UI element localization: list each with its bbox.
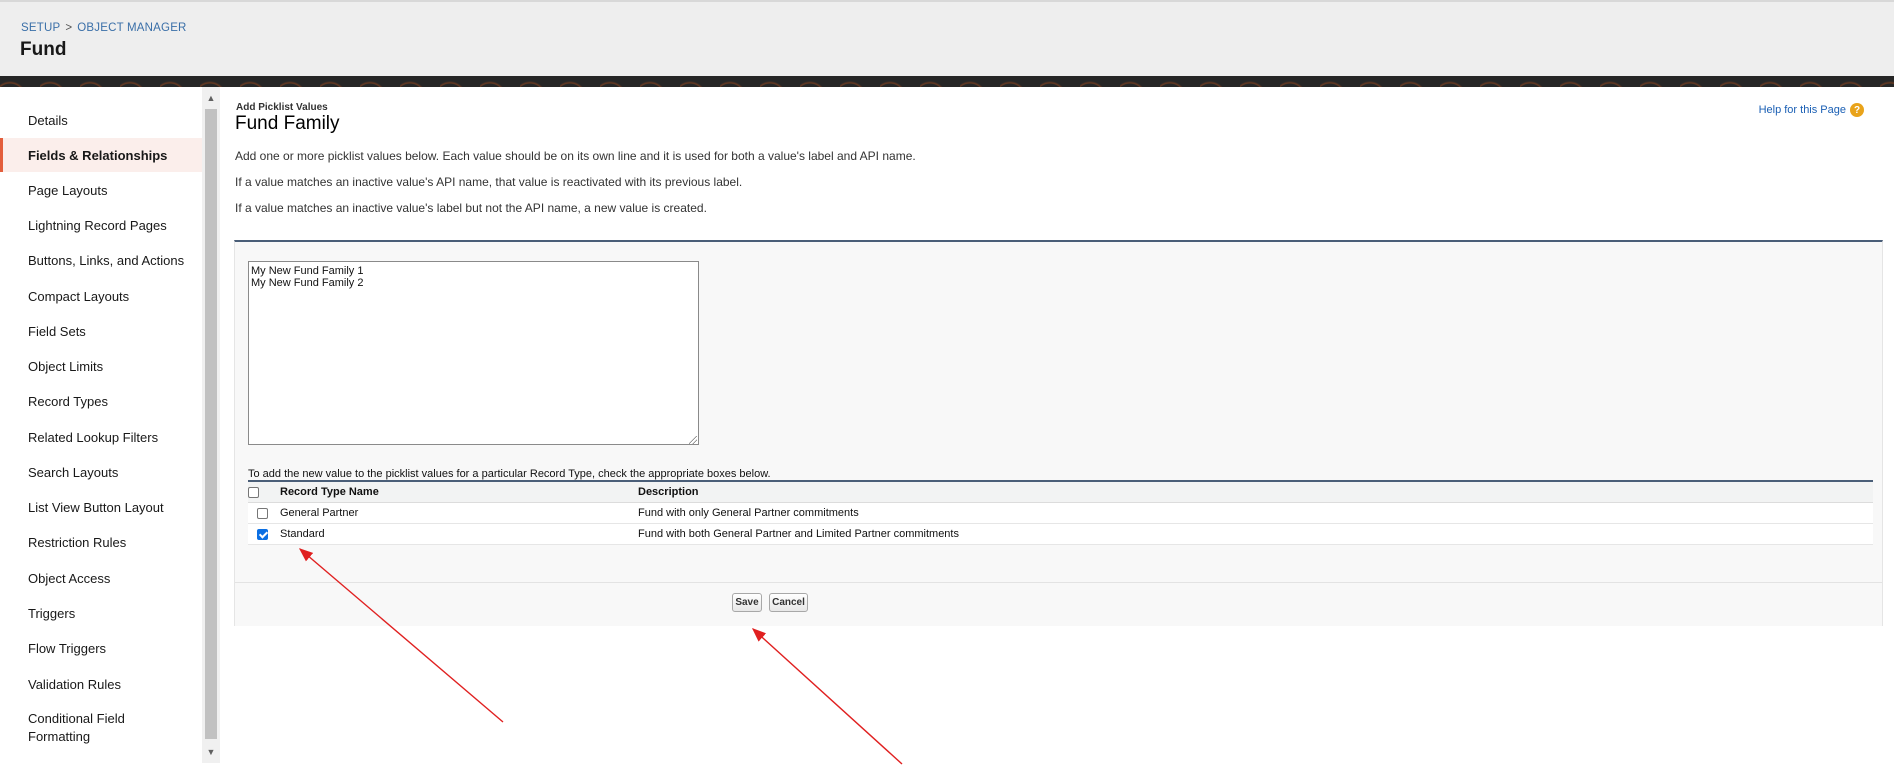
scroll-down-arrow-icon[interactable]: ▼	[202, 743, 220, 761]
sidebar-item-label: Flow Triggers	[28, 640, 107, 656]
instruction-text: Add one or more picklist values below. E…	[235, 149, 916, 163]
record-type-description: Fund with only General Partner commitmen…	[638, 502, 1873, 524]
record-type-name: General Partner	[276, 502, 638, 524]
record-type-name: Standard	[276, 523, 638, 545]
sidebar-item-triggers[interactable]: Triggers	[0, 596, 202, 630]
table-row: Standard Fund with both General Partner …	[248, 523, 1873, 545]
button-bar: Save Cancel	[235, 582, 1882, 612]
record-type-checkbox-general-partner[interactable]	[256, 507, 268, 519]
page-header: SETUP > OBJECT MANAGER Fund	[0, 0, 1894, 76]
sidebar-item-buttons-links-actions[interactable]: Buttons, Links, and Actions	[0, 243, 202, 277]
select-all-checkbox[interactable]	[248, 486, 259, 498]
table-row: General Partner Fund with only General P…	[248, 502, 1873, 524]
sidebar-item-label: Object Limits	[28, 358, 104, 374]
sidebar-item-restriction-rules[interactable]: Restriction Rules	[0, 525, 202, 559]
sidebar-item-label: Validation Rules	[28, 676, 121, 692]
breadcrumb: SETUP > OBJECT MANAGER	[21, 22, 187, 34]
page-title: Fund	[20, 39, 67, 60]
table-header-row: Record Type Name Description	[248, 481, 1873, 503]
help-for-this-page-link[interactable]: Help for this Page ?	[1759, 103, 1864, 117]
sidebar-item-page-layouts[interactable]: Page Layouts	[0, 173, 202, 207]
sidebar-item-fields-relationships[interactable]: Fields & Relationships	[0, 138, 202, 172]
save-button[interactable]: Save	[732, 593, 762, 612]
scroll-up-arrow-icon[interactable]: ▲	[202, 89, 220, 107]
sidebar-scrollbar[interactable]: ▲ ▼	[202, 87, 220, 763]
sidebar-item-label: Restriction Rules	[28, 534, 127, 550]
sidebar-item-list-view-button-layout[interactable]: List View Button Layout	[0, 490, 202, 524]
sidebar-item-details[interactable]: Details	[0, 103, 202, 137]
instruction-text: If a value matches an inactive value's l…	[235, 201, 707, 215]
sidebar-item-label: Object Access	[28, 570, 111, 586]
breadcrumb-object-manager-link[interactable]: OBJECT MANAGER	[77, 22, 186, 34]
record-type-checkbox-standard[interactable]	[256, 528, 268, 540]
column-header-record-type-name: Record Type Name	[276, 481, 638, 503]
picklist-values-textarea[interactable]: My New Fund Family 1 My New Fund Family …	[248, 261, 699, 445]
sidebar-item-label: Search Layouts	[28, 464, 119, 480]
sidebar-item-record-types[interactable]: Record Types	[0, 384, 202, 418]
sidebar-item-conditional-field-formatting[interactable]: Conditional Field Formatting	[0, 702, 150, 746]
page-subtitle: Add Picklist Values	[236, 102, 328, 113]
question-icon: ?	[1850, 103, 1864, 117]
sidebar-item-label: Field Sets	[28, 323, 86, 339]
picklist-field-title: Fund Family	[235, 113, 340, 134]
sidebar-item-validation-rules[interactable]: Validation Rules	[0, 667, 202, 701]
decorative-banner	[0, 76, 1894, 87]
help-link-label: Help for this Page	[1758, 104, 1846, 116]
sidebar-item-object-limits[interactable]: Object Limits	[0, 349, 202, 383]
breadcrumb-separator: >	[65, 22, 73, 34]
sidebar-item-label: List View Button Layout	[28, 499, 164, 515]
sidebar-item-lightning-record-pages[interactable]: Lightning Record Pages	[0, 208, 202, 242]
record-type-table: Record Type Name Description General Par…	[248, 480, 1873, 545]
sidebar-item-related-lookup-filters[interactable]: Related Lookup Filters	[0, 420, 202, 454]
sidebar-item-label: Record Types	[28, 393, 108, 409]
object-manager-sidebar: Details Fields & Relationships Page Layo…	[0, 87, 202, 763]
picklist-entry-panel: My New Fund Family 1 My New Fund Family …	[234, 240, 1883, 626]
sidebar-item-object-access[interactable]: Object Access	[0, 561, 202, 595]
sidebar-item-search-layouts[interactable]: Search Layouts	[0, 455, 202, 489]
breadcrumb-setup-link[interactable]: SETUP	[21, 22, 60, 34]
record-type-instruction: To add the new value to the picklist val…	[248, 468, 771, 480]
sidebar-item-label: Fields & Relationships	[28, 147, 168, 163]
sidebar-item-label: Details	[28, 112, 68, 128]
instruction-text: If a value matches an inactive value's A…	[235, 175, 743, 189]
cancel-button[interactable]: Cancel	[769, 593, 808, 612]
sidebar-item-field-sets[interactable]: Field Sets	[0, 314, 202, 348]
sidebar-item-label: Triggers	[28, 605, 76, 621]
main-content: Add Picklist Values Fund Family Help for…	[234, 87, 1884, 763]
sidebar-item-label: Compact Layouts	[28, 288, 130, 304]
scrollbar-thumb[interactable]	[205, 109, 217, 739]
sidebar-item-label: Buttons, Links, and Actions	[28, 252, 185, 268]
sidebar-item-label: Lightning Record Pages	[28, 217, 167, 233]
sidebar-item-flow-triggers[interactable]: Flow Triggers	[0, 631, 202, 665]
resize-handle-icon[interactable]	[689, 436, 697, 444]
sidebar-item-label: Page Layouts	[28, 182, 108, 198]
sidebar-item-label: Related Lookup Filters	[28, 429, 159, 445]
sidebar-item-compact-layouts[interactable]: Compact Layouts	[0, 279, 202, 313]
column-header-description: Description	[638, 481, 1873, 503]
record-type-description: Fund with both General Partner and Limit…	[638, 523, 1873, 545]
sidebar-item-label: Conditional Field Formatting	[28, 711, 125, 744]
